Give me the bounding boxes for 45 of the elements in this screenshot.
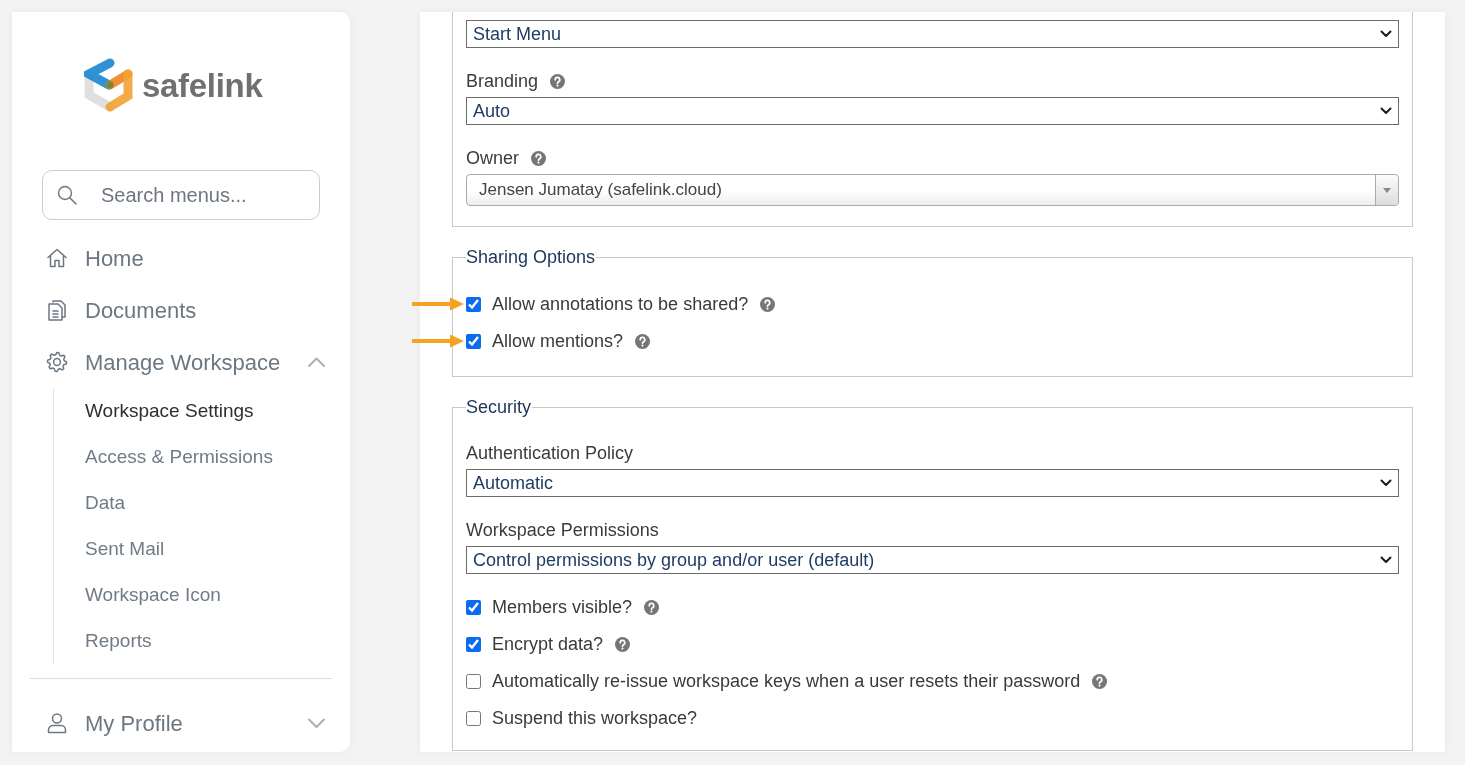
chevron-down-icon <box>1380 30 1392 38</box>
chevron-down-icon <box>1380 556 1392 564</box>
checkbox-label: Encrypt data? <box>492 633 604 655</box>
checkbox[interactable] <box>466 636 481 652</box>
dropdown-field[interactable]: Auto <box>466 97 1399 125</box>
sidebar-item[interactable]: Documents <box>12 284 350 336</box>
field-label: Branding <box>466 70 539 92</box>
sidebar-subitem[interactable]: Workspace Settings <box>85 388 350 434</box>
checkbox-label: Allow mentions? <box>492 330 624 352</box>
logo-icon <box>84 57 134 113</box>
home-icon <box>46 247 68 269</box>
sidebar-subitem[interactable]: Data <box>85 480 350 526</box>
sidebar-subitem[interactable]: Reports <box>85 618 350 664</box>
field-label: Owner <box>466 147 519 169</box>
checkbox-label: Allow annotations to be shared? <box>492 293 749 315</box>
document-icon <box>46 299 68 321</box>
chevron-down-icon <box>1380 107 1392 115</box>
checkbox[interactable] <box>466 710 481 726</box>
checkbox[interactable] <box>466 333 481 349</box>
dropdown-field[interactable]: Jensen Jumatay (safelink.cloud) <box>466 174 1399 206</box>
sidebar-subitem[interactable]: Access & Permissions <box>85 434 350 480</box>
search-field[interactable]: Search menus... <box>42 170 320 220</box>
dropdown-field[interactable]: Start Menu <box>466 20 1399 48</box>
field-label: Authentication Policy <box>466 442 634 464</box>
checkbox-label: Suspend this workspace? <box>492 707 698 729</box>
settings-icon <box>46 351 68 373</box>
sidebar-item[interactable]: Manage Workspace <box>12 336 350 388</box>
checkbox[interactable] <box>466 296 481 312</box>
field-label: Workspace Permissions <box>466 519 659 541</box>
sidebar-subitem[interactable]: Sent Mail <box>85 526 350 572</box>
sidebar-subitem[interactable]: Workspace Icon <box>85 572 350 618</box>
checkbox-label: Automatically re-issue workspace keys when a user resets their password <box>492 670 1081 692</box>
section-legend: Security <box>466 396 533 418</box>
dropdown-field[interactable]: Automatic <box>466 469 1399 497</box>
checkbox[interactable] <box>466 599 481 615</box>
checkbox[interactable] <box>466 673 481 689</box>
chevron-down-icon <box>1380 479 1392 487</box>
logo-text: safelink <box>142 68 263 102</box>
person-icon <box>46 712 68 734</box>
section-legend: Sharing Options <box>466 246 597 268</box>
checkbox-label: Members visible? <box>492 596 633 618</box>
sidebar-item[interactable]: Home <box>12 232 350 284</box>
dropdown-field[interactable]: Control permissions by group and/or user (default) <box>466 546 1399 574</box>
sidebar-item[interactable]: My Profile <box>12 697 350 749</box>
search-icon <box>57 185 77 205</box>
